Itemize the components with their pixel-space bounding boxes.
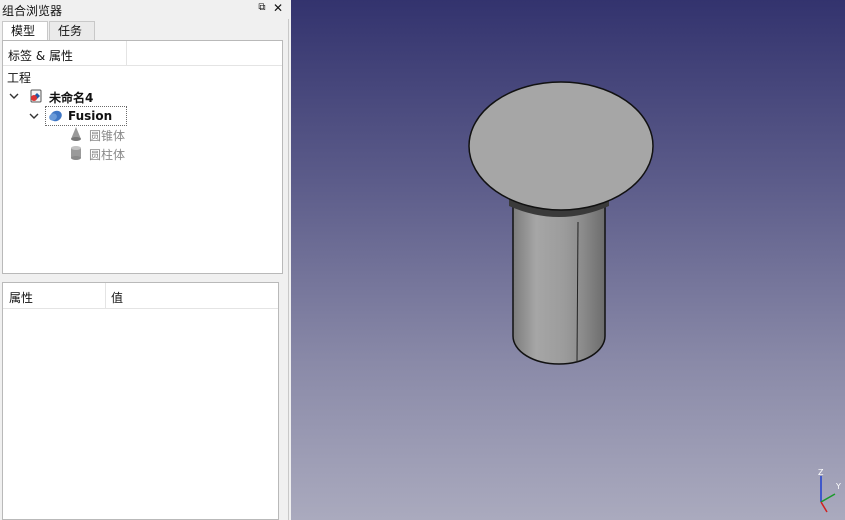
tree-item-fusion[interactable]: Fusion <box>27 106 137 127</box>
cylinder-shaft[interactable] <box>512 205 606 365</box>
tree-item-label: 圆锥体 <box>89 129 126 143</box>
property-column-header[interactable]: 属性 <box>9 289 33 306</box>
tree-item-cylinder[interactable]: 圆柱体 <box>63 145 143 163</box>
cone-cap-top[interactable] <box>468 81 654 211</box>
value-column-header[interactable]: 值 <box>111 289 123 306</box>
float-panel-icon[interactable]: ⧉ <box>256 2 268 14</box>
tree-header-divider[interactable] <box>126 41 127 66</box>
fusion-model[interactable] <box>291 0 845 520</box>
cylinder-icon <box>68 145 84 164</box>
axis-cross-icon: Z Y <box>818 468 841 513</box>
axis-z-label: Z <box>818 468 824 477</box>
model-tree: 标签 & 属性 工程 未命名4 Fusion 圆锥体 圆柱体 <box>2 40 283 274</box>
combo-view-titlebar: 组合浏览器 ⧉ ✕ <box>0 0 289 19</box>
property-view: 属性 值 <box>2 282 279 520</box>
document-icon <box>28 88 44 107</box>
tree-item-label: Fusion <box>68 109 113 123</box>
property-header-divider[interactable] <box>105 283 106 309</box>
property-header: 属性 值 <box>3 283 278 309</box>
tree-item-cone[interactable]: 圆锥体 <box>63 126 143 144</box>
combo-view-title: 组合浏览器 <box>2 4 63 18</box>
fusion-icon <box>47 108 63 127</box>
tree-item-label: 未命名4 <box>49 91 94 105</box>
cone-icon <box>68 126 84 145</box>
project-label: 工程 <box>7 71 32 85</box>
chevron-down-icon[interactable] <box>29 111 39 121</box>
chevron-down-icon[interactable] <box>9 91 19 101</box>
combo-view-panel: 组合浏览器 ⧉ ✕ 模型 任务 标签 & 属性 工程 未命名4 Fusion 圆… <box>0 0 289 520</box>
tree-item-label: 圆柱体 <box>89 148 126 162</box>
tree-header: 标签 & 属性 <box>3 41 282 66</box>
tree-item-document[interactable]: 未命名4 <box>7 87 127 105</box>
axis-y-label: Y <box>835 482 841 491</box>
tab-model[interactable]: 模型 <box>2 21 48 40</box>
tree-header-label[interactable]: 标签 & 属性 <box>8 47 73 64</box>
tab-task[interactable]: 任务 <box>49 21 95 40</box>
close-panel-icon[interactable]: ✕ <box>272 1 284 15</box>
3d-viewport[interactable]: Z Y <box>291 0 845 520</box>
fusion-selection[interactable]: Fusion <box>45 106 127 127</box>
